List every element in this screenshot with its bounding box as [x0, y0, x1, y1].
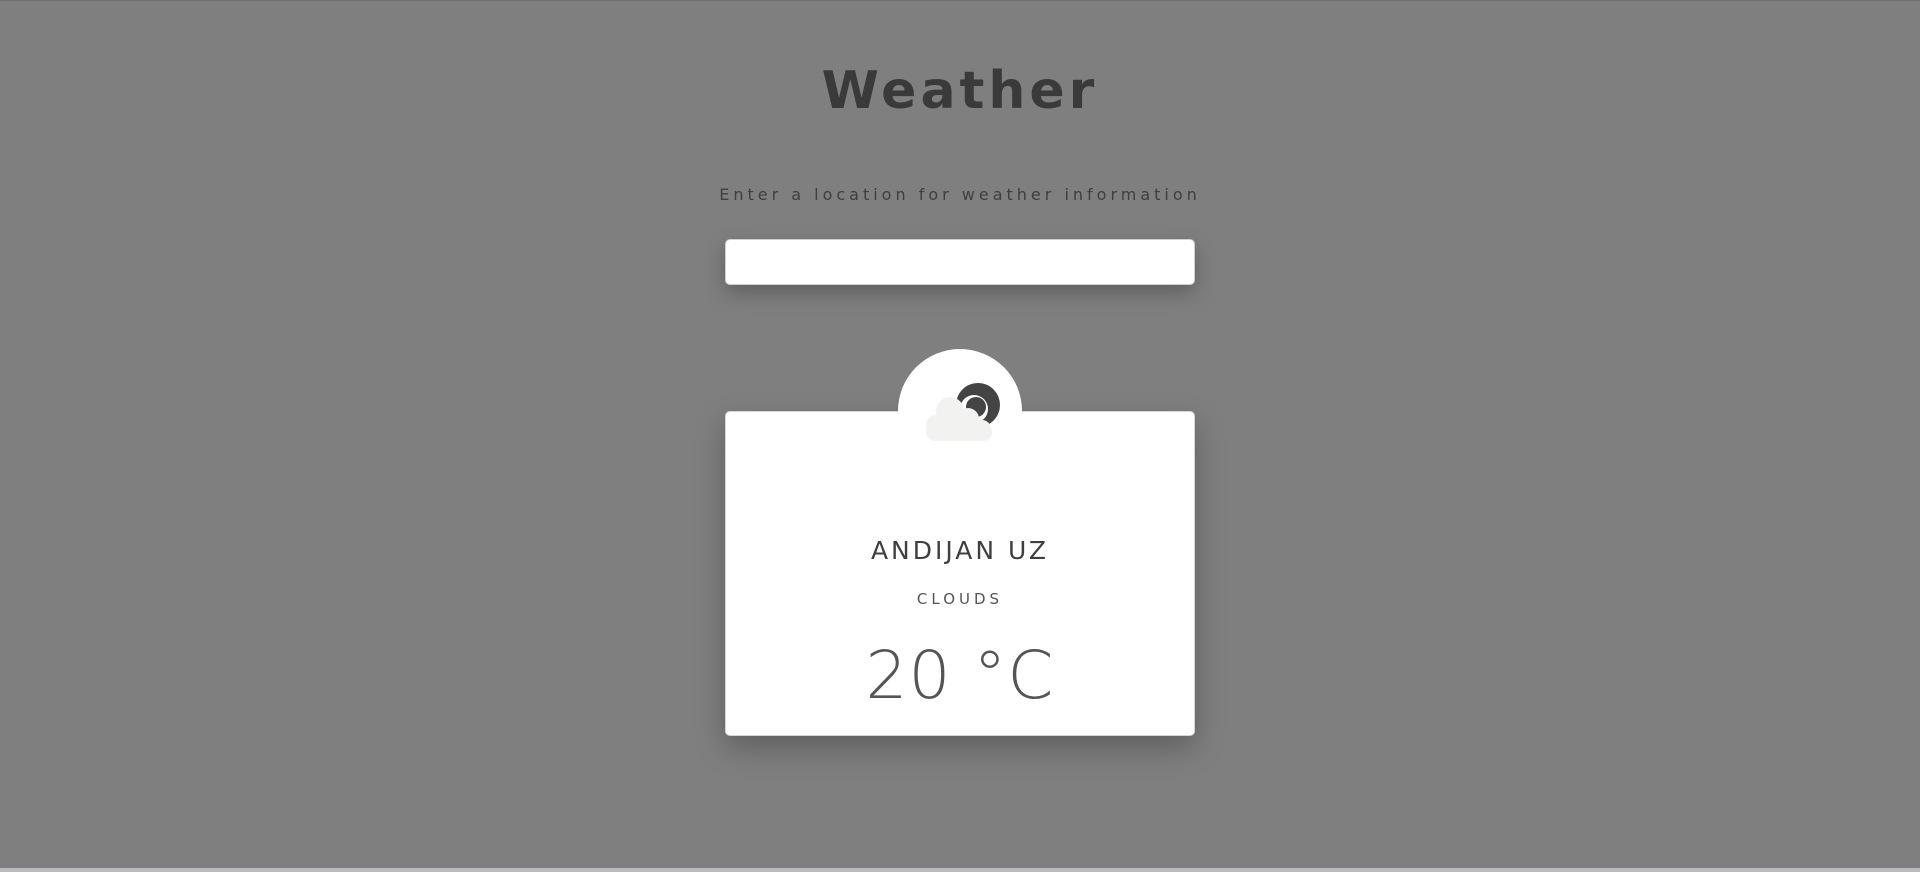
weather-page: Weather Enter a location for weather inf…: [0, 0, 1920, 872]
location-search-input[interactable]: [725, 239, 1195, 285]
weather-condition: CLOUDS: [916, 590, 1004, 608]
moon-cloud-icon: [926, 383, 1000, 441]
location-prompt: Enter a location for weather information: [719, 185, 1201, 204]
page-title: Weather: [821, 61, 1099, 121]
bottom-border: [0, 868, 1920, 872]
temperature-value: 20 °C: [865, 637, 1055, 714]
city-name: ANDIJAN UZ: [870, 536, 1050, 565]
